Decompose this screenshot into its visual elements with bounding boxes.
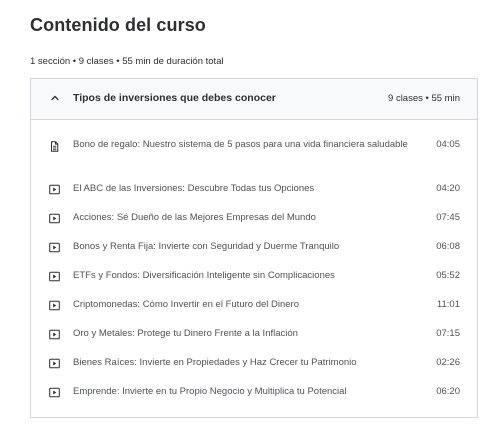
lesson-item[interactable]: Bono de regalo: Nuestro sistema de 5 pas… xyxy=(31,137,477,171)
lesson-duration: 05:52 xyxy=(436,270,460,281)
lesson-item[interactable]: Emprende: Invierte en tu Propio Negocio … xyxy=(31,384,477,404)
video-icon xyxy=(49,271,60,282)
lesson-title: Bienes Raíces: Invierte en Propiedades y… xyxy=(73,357,357,368)
lesson-title: ETFs y Fondos: Diversificación Inteligen… xyxy=(73,270,335,281)
video-icon xyxy=(49,358,60,369)
lesson-item[interactable]: Criptomonedas: Cómo Invertir en el Futur… xyxy=(31,297,477,317)
document-icon xyxy=(51,141,59,152)
chevron-up-icon xyxy=(51,95,59,101)
lesson-duration: 07:15 xyxy=(436,328,460,339)
lesson-item[interactable]: ETFs y Fondos: Diversificación Inteligen… xyxy=(31,268,477,288)
lesson-title: Oro y Metales: Protege tu Dinero Frente … xyxy=(73,328,298,339)
video-icon xyxy=(49,300,60,311)
curriculum-section: Tipos de inversiones que debes conocer 9… xyxy=(30,78,478,418)
section-title: Tipos de inversiones que debes conocer xyxy=(73,92,276,104)
lesson-duration: 06:08 xyxy=(436,241,460,252)
lesson-title: Bono de regalo: Nuestro sistema de 5 pas… xyxy=(73,139,408,150)
video-icon xyxy=(49,329,60,340)
lesson-item[interactable]: Bonos y Renta Fija: Invierte con Segurid… xyxy=(31,239,477,259)
section-header[interactable]: Tipos de inversiones que debes conocer 9… xyxy=(31,79,477,120)
course-summary: 1 sección • 9 clases • 55 min de duració… xyxy=(30,56,224,67)
lesson-duration: 04:05 xyxy=(436,139,460,150)
video-icon xyxy=(49,213,60,224)
lesson-title: Acciones: Sé Dueño de las Mejores Empres… xyxy=(73,212,316,223)
lesson-duration: 06:20 xyxy=(436,386,460,397)
video-icon xyxy=(49,184,60,195)
lesson-duration: 04:20 xyxy=(436,183,460,194)
lesson-item[interactable]: Bienes Raíces: Invierte en Propiedades y… xyxy=(31,355,477,375)
lesson-item[interactable]: Acciones: Sé Dueño de las Mejores Empres… xyxy=(31,210,477,230)
section-meta: 9 clases • 55 min xyxy=(388,93,460,104)
page-title: Contenido del curso xyxy=(30,15,206,35)
lesson-title: Bonos y Renta Fija: Invierte con Segurid… xyxy=(73,241,340,252)
lesson-duration: 02:26 xyxy=(436,357,460,368)
lesson-title: Emprende: Invierte en tu Propio Negocio … xyxy=(73,386,347,397)
lesson-duration: 11:01 xyxy=(436,299,460,310)
lesson-item[interactable]: Oro y Metales: Protege tu Dinero Frente … xyxy=(31,326,477,346)
video-icon xyxy=(49,387,60,398)
lesson-title: El ABC de las Inversiones: Descubre Toda… xyxy=(73,183,315,194)
video-icon xyxy=(49,242,60,253)
lesson-duration: 07:45 xyxy=(436,212,460,223)
lesson-item[interactable]: El ABC de las Inversiones: Descubre Toda… xyxy=(31,181,477,201)
lesson-title: Criptomonedas: Cómo Invertir en el Futur… xyxy=(73,299,299,310)
